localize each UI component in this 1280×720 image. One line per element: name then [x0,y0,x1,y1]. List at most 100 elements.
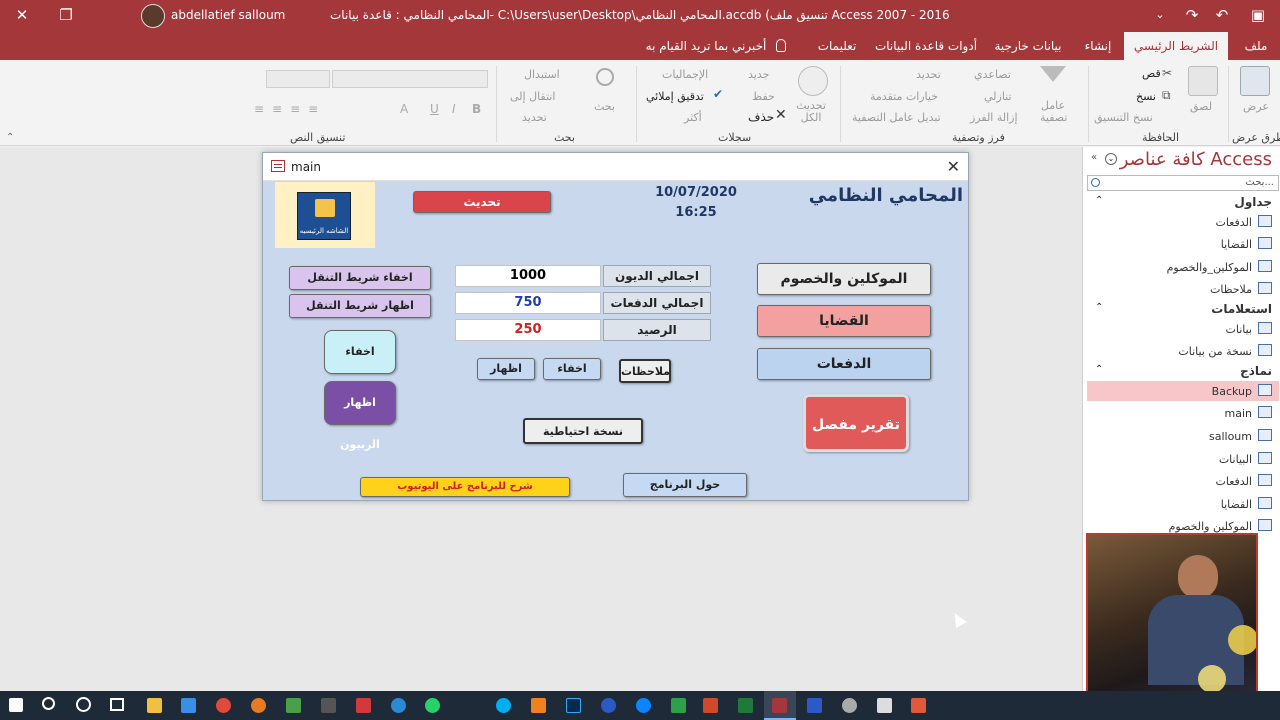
nav-table-item[interactable]: القضايا [1221,238,1252,251]
italic-icon[interactable]: I [452,102,456,116]
app-icon[interactable] [321,698,336,713]
calculator-icon[interactable] [877,698,892,713]
app-icon[interactable] [842,698,857,713]
bold-icon[interactable]: B [472,102,481,116]
goto-button[interactable]: انتقال إلى [510,90,555,103]
form-close-icon[interactable]: ✕ [947,157,960,176]
task-view-icon[interactable] [110,698,124,711]
app-icon[interactable] [601,698,616,713]
descending-button[interactable]: تنازلي [984,90,1012,103]
show-ribbon-button[interactable]: اظهار الربيون [324,381,396,451]
nav-query-item[interactable]: بيانات [1225,323,1252,336]
nav-form-item[interactable]: Backup [1212,385,1252,398]
hide-notes-button[interactable]: اخفاء [543,358,601,380]
payments-button[interactable]: الدفعات [757,348,931,380]
tab-external-data[interactable]: بيانات خارجية [986,32,1070,60]
nav-query-item[interactable]: نسخة من بيانات [1178,345,1252,358]
ascending-button[interactable]: تصاعدي [974,68,1011,81]
nav-table-item[interactable]: الموكلين_والخصوم [1167,261,1252,274]
nav-search-input[interactable]: بحث... [1087,175,1279,191]
restore-window-button[interactable]: ❐ [44,0,88,32]
collapse-forms-icon[interactable]: ⌃ [1095,364,1103,375]
app-icon[interactable] [391,698,406,713]
collapse-ribbon-icon[interactable]: ⌃ [6,132,14,143]
nav-form-item[interactable]: main [1225,407,1252,420]
photoshop-icon[interactable] [566,698,581,713]
hide-ribbon-button[interactable]: اخفاء الربيون [324,330,396,400]
tab-file[interactable]: ملف [1236,32,1276,60]
save-icon[interactable]: ▣ [1236,0,1280,32]
nav-table-item[interactable]: ملاحظات [1210,283,1252,296]
cortana-icon[interactable] [76,697,91,712]
whatsapp-icon[interactable] [425,698,440,713]
search-icon[interactable] [42,697,55,710]
youtube-tutorial-button[interactable]: شرح للبرنامج على اليوتيوب [360,477,570,497]
show-notes-button[interactable]: اظهار [477,358,535,380]
app-icon[interactable] [911,698,926,713]
font-name-select[interactable] [332,70,488,88]
nav-section-forms[interactable]: نماذج [1240,364,1272,378]
refresh-all-button[interactable]: تحديث الكل [794,100,828,124]
user-avatar[interactable] [141,4,165,28]
advanced-button[interactable]: خيارات متقدمة [870,90,938,103]
file-explorer-icon[interactable] [147,698,162,713]
nav-section-tables[interactable]: جداول [1234,195,1272,209]
skype-icon[interactable] [496,698,511,713]
app-icon[interactable] [671,698,686,713]
collapse-tables-icon[interactable]: ⌃ [1095,195,1103,206]
firefox-icon[interactable] [251,698,266,713]
app-icon[interactable] [356,698,371,713]
replace-button[interactable]: استبدال [524,68,560,81]
copy-button[interactable]: نسخ [1136,90,1156,103]
more-button[interactable]: أكثر [684,111,702,124]
detailed-report-button[interactable]: تقرير مفصل [803,394,909,452]
refresh-form-button[interactable]: تحديث [413,191,551,213]
hide-nav-button[interactable]: اخفاء شريط التنقل [289,266,431,290]
font-color-icon[interactable]: A [400,102,408,116]
notes-button[interactable]: ملاحظات [619,359,671,383]
messenger-icon[interactable] [636,698,651,713]
format-painter-button[interactable]: نسخ التنسيق [1094,111,1153,124]
spelling-button[interactable]: تدقيق إملائي [646,90,704,103]
filter-button[interactable]: عامل تصفية [1040,100,1067,124]
show-nav-button[interactable]: اظهار شريط التنقل [289,294,431,318]
clients-button[interactable]: الموكلين والخصوم [757,263,931,295]
cases-button[interactable]: القضايا [757,305,931,337]
selection-button[interactable]: تحديد [916,68,941,81]
nav-form-item[interactable]: البيانات [1219,453,1252,466]
nav-title[interactable]: كافة عناصر Access [1120,149,1272,170]
delete-record-button[interactable]: حذف [748,110,774,124]
nav-form-item[interactable]: salloum [1209,430,1252,443]
tab-home[interactable]: الشريط الرئيسي [1124,32,1228,60]
find-button[interactable]: بحث [594,100,615,113]
new-record-button[interactable]: جديد [748,68,769,81]
excel-icon[interactable] [738,698,753,713]
view-button[interactable]: عرض [1243,100,1269,113]
chrome-icon[interactable] [216,698,231,713]
tab-create[interactable]: إنشاء [1076,32,1120,60]
word-icon[interactable] [807,698,822,713]
collapse-nav-icon[interactable]: « [1091,152,1097,163]
nav-section-queries[interactable]: استعلامات [1211,302,1272,316]
nav-form-item[interactable]: القضايا [1221,498,1252,511]
paste-button[interactable]: لصق [1190,100,1212,113]
toggle-filter-button[interactable]: تبديل عامل التصفية [852,111,941,124]
underline-icon[interactable]: U [430,102,439,116]
tab-help[interactable]: تعليمات [810,32,864,60]
nav-menu-chevron-icon[interactable]: ⌄ [1105,153,1117,165]
vlc-icon[interactable] [531,698,546,713]
tab-database-tools[interactable]: أدوات قاعدة البيانات [872,32,980,60]
windows-start-icon[interactable] [9,698,23,712]
nav-search-icon[interactable] [1091,178,1100,187]
cut-button[interactable]: قص [1142,67,1161,80]
mail-icon[interactable] [181,698,196,713]
save-record-button[interactable]: حفظ [752,90,775,103]
close-window-button[interactable]: ✕ [0,0,44,32]
select-button[interactable]: تحديد [522,111,547,124]
backup-button[interactable]: نسخة احتياطية [523,418,643,444]
remove-sort-button[interactable]: إزالة الفرز [970,111,1018,124]
app-icon[interactable] [286,698,301,713]
tell-me-box[interactable]: أخبرني بما تريد القيام به [640,32,772,60]
about-button[interactable]: حول البرنامج [623,473,747,497]
access-icon[interactable] [772,698,787,713]
